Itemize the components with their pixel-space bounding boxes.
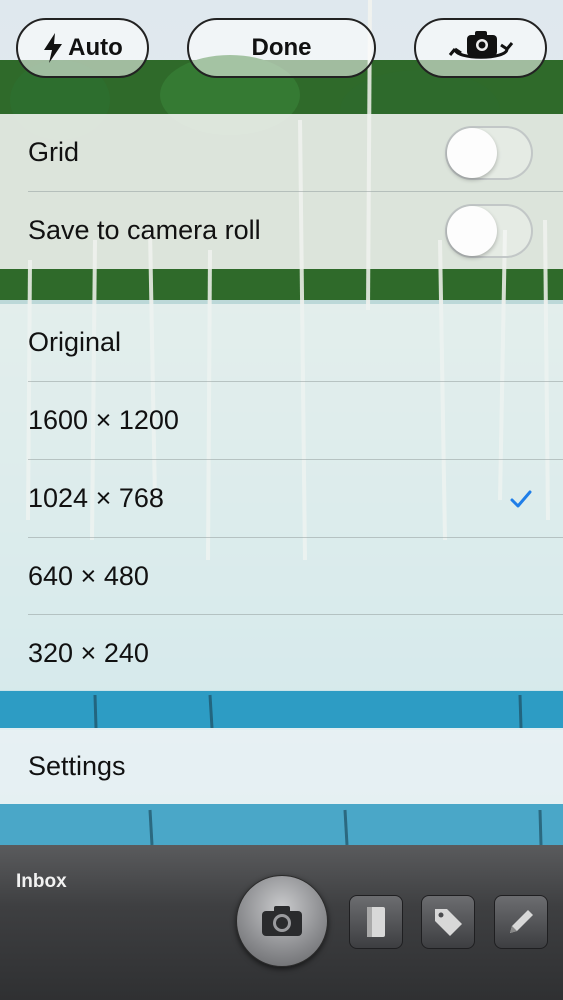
image-size-panel: Original 1600 × 1200 1024 × 768 640 × 48… — [0, 304, 563, 691]
settings-label: Settings — [28, 750, 126, 781]
size-option-label: 640 × 480 — [28, 561, 149, 591]
camera-rotate-icon — [448, 31, 513, 59]
edit-button[interactable] — [494, 895, 548, 949]
settings-panel: Settings — [0, 728, 563, 804]
size-option-label: 1024 × 768 — [28, 483, 164, 513]
lightning-bolt-icon — [44, 33, 63, 63]
done-label: Done — [251, 34, 312, 61]
checkmark-icon — [510, 490, 532, 507]
size-option-640x480[interactable]: 640 × 480 — [0, 538, 563, 615]
toggle-knob — [447, 205, 497, 256]
grid-row[interactable]: Grid — [0, 114, 563, 191]
done-button[interactable]: Done — [187, 18, 376, 78]
options-panel: Grid Save to camera roll — [0, 114, 563, 269]
toggle-knob — [447, 127, 497, 178]
settings-row[interactable]: Settings — [0, 728, 563, 804]
shutter-button[interactable] — [236, 875, 328, 967]
tag-icon — [435, 909, 462, 936]
camera-icon — [262, 906, 302, 936]
grid-label: Grid — [28, 137, 80, 167]
save-to-camera-roll-toggle[interactable] — [445, 203, 533, 258]
notebook-button[interactable] — [349, 895, 403, 949]
size-option-label: 320 × 240 — [28, 637, 149, 668]
size-option-label: 1600 × 1200 — [28, 405, 179, 435]
flash-mode-label: Auto — [68, 34, 123, 61]
grid-toggle[interactable] — [445, 125, 533, 180]
notebook-icon — [367, 907, 385, 937]
bottom-toolbar: Inbox — [0, 845, 563, 1000]
size-option-320x240[interactable]: 320 × 240 — [0, 615, 563, 691]
size-option-original[interactable]: Original — [0, 304, 563, 381]
save-to-camera-roll-row[interactable]: Save to camera roll — [0, 192, 563, 269]
pencil-icon — [510, 910, 533, 933]
size-option-1024x768[interactable]: 1024 × 768 — [0, 460, 563, 537]
size-option-label: Original — [28, 327, 122, 357]
inbox-label[interactable]: Inbox — [16, 871, 67, 893]
size-option-1600x1200[interactable]: 1600 × 1200 — [0, 382, 563, 459]
switch-camera-button[interactable] — [414, 18, 547, 78]
flash-mode-button[interactable]: Auto — [16, 18, 149, 78]
tag-button[interactable] — [421, 895, 475, 949]
save-to-camera-roll-label: Save to camera roll — [28, 215, 261, 245]
